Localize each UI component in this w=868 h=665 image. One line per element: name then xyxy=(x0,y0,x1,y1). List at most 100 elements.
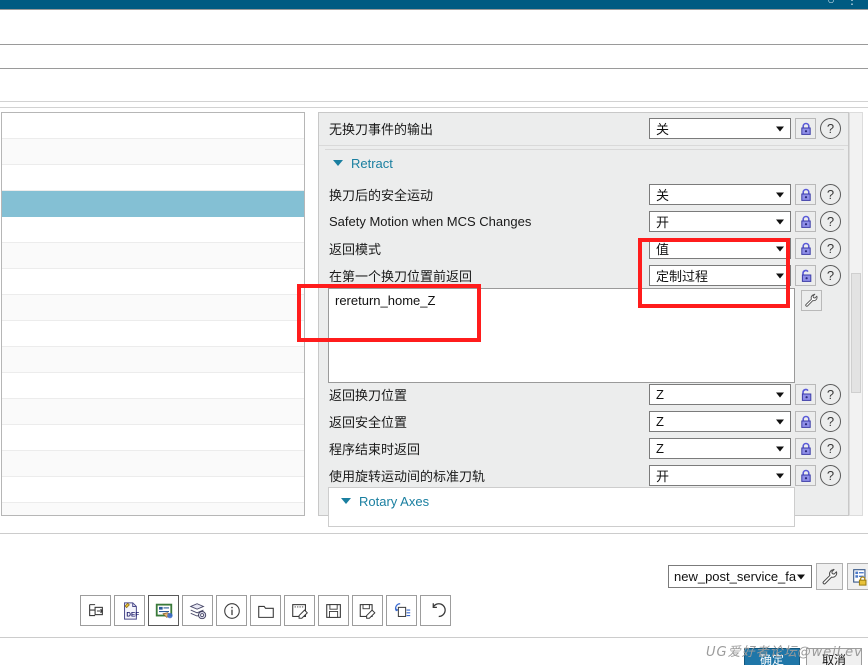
floppy-icon xyxy=(325,603,341,618)
lock-button[interactable] xyxy=(795,118,816,139)
chevron-down-icon xyxy=(776,392,784,397)
property-row-no-toolchange-output: 无换刀事件的输出 关 ? xyxy=(319,115,848,142)
combo-return-mode[interactable]: 值 xyxy=(649,238,791,259)
help-button[interactable]: ? xyxy=(820,238,841,259)
question-mark-icon: ? xyxy=(820,411,841,432)
chrome-divider-5 xyxy=(0,107,868,108)
list-item[interactable] xyxy=(2,373,304,399)
list-item[interactable] xyxy=(2,113,304,139)
lock-closed-icon xyxy=(800,442,811,455)
combo-return-before-first-toolchange[interactable]: 定制过程 xyxy=(649,265,791,286)
combo-value: 关 xyxy=(656,188,670,203)
list-item[interactable] xyxy=(2,165,304,191)
layers-gear-button[interactable] xyxy=(182,595,213,626)
post-properties-button[interactable] xyxy=(847,563,868,590)
property-label: 返回换刀位置 xyxy=(329,388,408,403)
def-file-button[interactable]: DEF xyxy=(114,595,145,626)
lock-button[interactable] xyxy=(795,184,816,205)
lock-button[interactable] xyxy=(795,238,816,259)
help-button[interactable]: ? xyxy=(820,411,841,432)
question-mark-icon: ? xyxy=(820,265,841,286)
chevron-down-icon xyxy=(333,160,343,166)
combo-no-toolchange-output[interactable]: 关 xyxy=(649,118,791,139)
bottom-divider-1 xyxy=(0,533,868,534)
post-processor-combo[interactable]: new_post_service_fa xyxy=(668,565,812,588)
help-button[interactable]: ? xyxy=(820,384,841,405)
folder-icon xyxy=(257,605,274,618)
combo-standard-toolpath-between-rotary[interactable]: 开 xyxy=(649,465,791,486)
copy-list-button[interactable] xyxy=(386,595,417,626)
list-item[interactable] xyxy=(2,503,304,515)
question-mark-icon: ? xyxy=(820,118,841,139)
help-button[interactable]: ? xyxy=(820,265,841,286)
property-row-return-mode: 返回模式 值 ? xyxy=(319,235,848,262)
lock-button[interactable] xyxy=(795,265,816,286)
section-header-retract[interactable]: Retract xyxy=(325,149,844,176)
help-button[interactable]: ? xyxy=(820,438,841,459)
bottom-divider-2 xyxy=(0,637,868,638)
list-item-selected[interactable] xyxy=(2,191,304,217)
forum-watermark: UG爱好者论坛@weiLev xyxy=(706,645,863,660)
edit-form-button[interactable] xyxy=(148,595,179,626)
combo-safety-motion-mcs[interactable]: 开 xyxy=(649,211,791,232)
combo-return-toolchange-position[interactable]: Z xyxy=(649,384,791,405)
list-item[interactable] xyxy=(2,295,304,321)
question-mark-icon: ? xyxy=(820,438,841,459)
properties-scrollbar[interactable] xyxy=(849,112,863,516)
undo-button[interactable] xyxy=(420,595,451,626)
help-button[interactable]: ? xyxy=(820,211,841,232)
property-row-safety-motion-mcs: Safety Motion when MCS Changes 开 ? xyxy=(319,208,848,235)
chevron-down-icon xyxy=(797,574,805,579)
parameter-list-panel[interactable] xyxy=(1,112,305,516)
lock-button[interactable] xyxy=(795,465,816,486)
custom-procedure-textarea[interactable]: rereturn_home_Z xyxy=(328,288,795,383)
list-item[interactable] xyxy=(2,477,304,503)
lock-button[interactable] xyxy=(795,438,816,459)
save-button[interactable] xyxy=(318,595,349,626)
chrome-divider-3 xyxy=(0,68,868,69)
lock-button[interactable] xyxy=(795,411,816,432)
list-item[interactable] xyxy=(2,139,304,165)
combo-return-at-program-end[interactable]: Z xyxy=(649,438,791,459)
combo-return-safe-position[interactable]: Z xyxy=(649,411,791,432)
list-item[interactable] xyxy=(2,399,304,425)
list-item[interactable] xyxy=(2,269,304,295)
post-wrench-button[interactable] xyxy=(816,563,843,590)
help-button[interactable]: ? xyxy=(820,184,841,205)
chevron-down-icon xyxy=(776,246,784,251)
export-tree-button[interactable] xyxy=(80,595,111,626)
property-row-return-at-program-end: 程序结束时返回 Z ? xyxy=(319,435,848,462)
open-folder-button[interactable] xyxy=(250,595,281,626)
list-item[interactable] xyxy=(2,217,304,243)
combo-value: Z xyxy=(656,387,664,402)
save-as-button[interactable] xyxy=(352,595,383,626)
list-item[interactable] xyxy=(2,451,304,477)
question-mark-icon: ? xyxy=(820,184,841,205)
combo-safety-motion-after-toolchange[interactable]: 关 xyxy=(649,184,791,205)
undo-icon xyxy=(432,602,446,617)
list-item[interactable] xyxy=(2,347,304,373)
property-label: 换刀后的安全运动 xyxy=(329,188,434,203)
lock-button[interactable] xyxy=(795,211,816,232)
property-row-return-before-first-toolchange: 在第一个换刀位置前返回 定制过程 ? xyxy=(319,262,848,289)
new-document-edit-button[interactable] xyxy=(284,595,315,626)
property-row-standard-toolpath-between-rotary: 使用旋转运动间的标准刀轨 开 ? xyxy=(319,462,848,489)
floppy-edit-icon xyxy=(359,603,376,619)
lock-button[interactable] xyxy=(795,384,816,405)
list-item[interactable] xyxy=(2,321,304,347)
chrome-divider-1 xyxy=(0,9,868,10)
chevron-down-icon xyxy=(776,446,784,451)
titlebar-icons[interactable]: ○ ⋮ xyxy=(827,0,862,6)
combo-value: Z xyxy=(656,414,664,429)
info-button[interactable] xyxy=(216,595,247,626)
custom-procedure-wrench-button[interactable] xyxy=(801,290,822,311)
property-label: 返回安全位置 xyxy=(329,415,408,430)
scrollbar-thumb[interactable] xyxy=(851,273,861,393)
help-button[interactable]: ? xyxy=(820,465,841,486)
list-item[interactable] xyxy=(2,425,304,451)
lock-open-icon xyxy=(801,388,811,401)
section-rotary-axes-block: Rotary Axes xyxy=(328,487,795,527)
section-header-rotary-axes[interactable]: Rotary Axes xyxy=(329,488,794,514)
list-item[interactable] xyxy=(2,243,304,269)
help-button[interactable]: ? xyxy=(820,118,841,139)
